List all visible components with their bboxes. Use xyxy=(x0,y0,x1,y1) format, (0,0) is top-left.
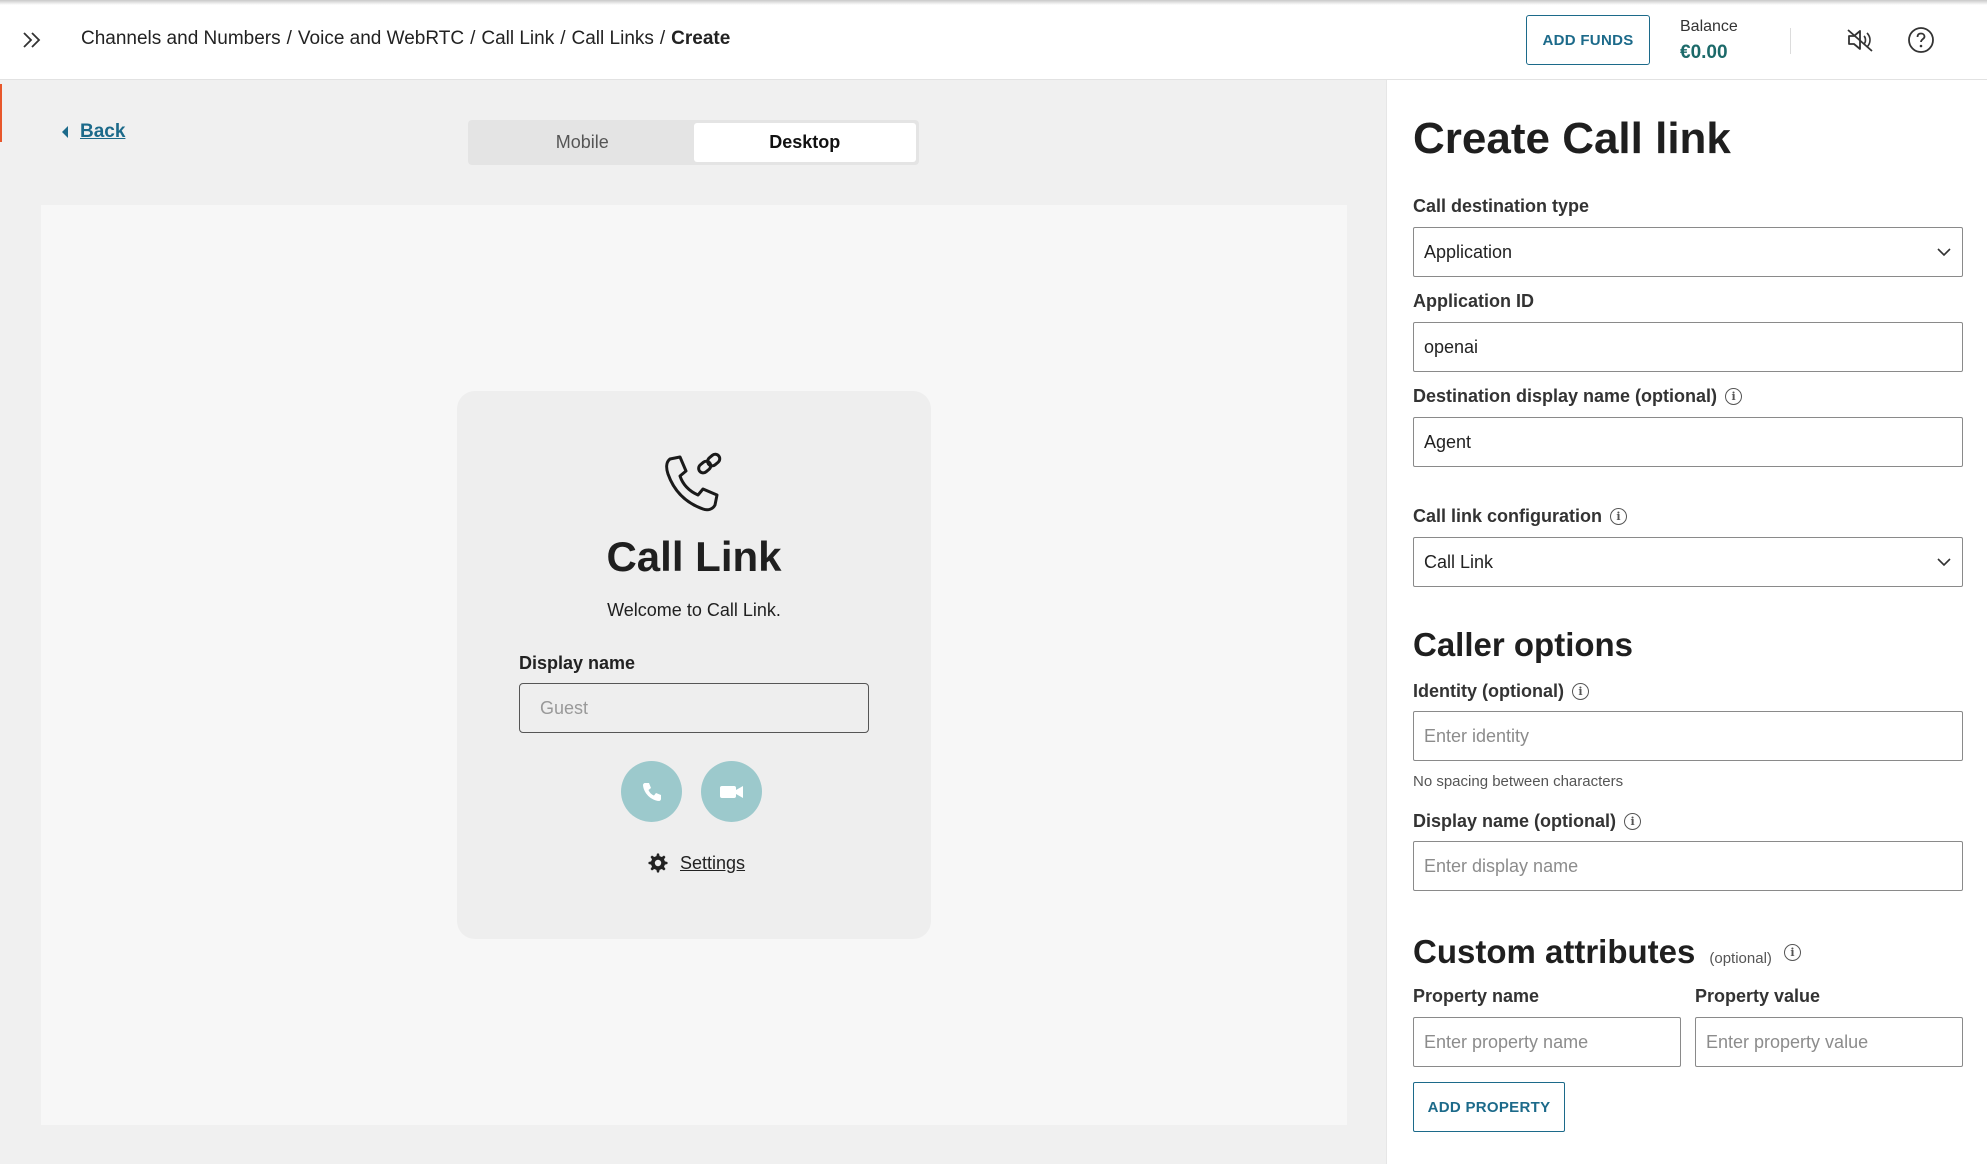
device-toggle: Mobile Desktop xyxy=(468,120,919,165)
property-value-label-text: Property value xyxy=(1695,986,1821,1006)
add-property-button[interactable]: ADD PROPERTY xyxy=(1413,1082,1565,1132)
create-call-link-panel: Create Call link Call destination type A… xyxy=(1386,80,1987,1164)
breadcrumb-separator: / xyxy=(560,28,566,49)
breadcrumb-separator: / xyxy=(470,28,476,49)
breadcrumb-separator: / xyxy=(659,28,666,49)
video-call-button[interactable] xyxy=(701,761,762,822)
phone-icon xyxy=(642,782,661,801)
panel-title: Create Call link xyxy=(1413,114,1731,163)
property-name-input[interactable] xyxy=(1413,1017,1681,1067)
config-label: Call link configuration i xyxy=(1413,506,1628,527)
identity-input[interactable] xyxy=(1413,711,1963,761)
back-label: Back xyxy=(80,121,126,142)
info-icon[interactable]: i xyxy=(1624,813,1642,830)
display-name-input[interactable] xyxy=(519,683,869,733)
add-funds-button[interactable]: ADD FUNDS xyxy=(1526,15,1650,65)
breadcrumb-current: Create xyxy=(671,28,731,49)
tab-mobile[interactable]: Mobile xyxy=(471,123,694,162)
caller-display-name-label-text: Display name (optional) xyxy=(1413,811,1617,831)
help-icon xyxy=(1908,27,1934,53)
custom-attributes-title: Custom attributes xyxy=(1413,933,1696,970)
preview-canvas: Call Link Welcome to Call Link. Display … xyxy=(41,205,1347,1125)
header-divider xyxy=(1790,28,1791,54)
destination-type-value: Application xyxy=(1424,241,1513,262)
info-icon[interactable]: i xyxy=(1783,943,1801,961)
caret-left-icon xyxy=(62,126,68,138)
application-id-label: Application ID xyxy=(1413,291,1534,312)
destination-display-name-label-text: Destination display name (optional) xyxy=(1413,386,1718,406)
breadcrumb: Channels and Numbers / Voice and WebRTC … xyxy=(81,28,730,50)
property-value-input[interactable] xyxy=(1695,1017,1963,1067)
identity-label-text: Identity (optional) xyxy=(1413,681,1564,701)
balance-value: €0.00 xyxy=(1680,42,1728,63)
config-value: Call Link xyxy=(1424,551,1494,572)
application-id-input[interactable] xyxy=(1413,322,1963,372)
expand-icon xyxy=(23,32,41,48)
call-link-preview-card: Call Link Welcome to Call Link. Display … xyxy=(457,391,931,939)
breadcrumb-item[interactable]: Call Link xyxy=(481,28,554,50)
custom-attributes-header: Custom attributes (optional) i xyxy=(1413,933,1801,971)
balance-label: Balance xyxy=(1680,18,1738,35)
help-button[interactable] xyxy=(1903,22,1939,58)
top-shadow xyxy=(0,0,1987,5)
settings-link[interactable]: Settings xyxy=(647,852,745,874)
config-select[interactable]: Call Link xyxy=(1413,537,1963,587)
info-icon[interactable]: i xyxy=(1725,388,1743,405)
destination-type-label-text: Call destination type xyxy=(1413,196,1590,216)
info-icon[interactable]: i xyxy=(1610,508,1628,525)
chevron-down-icon xyxy=(1937,558,1951,567)
settings-label: Settings xyxy=(680,852,746,873)
display-name-label: Display name xyxy=(519,653,636,673)
tab-desktop[interactable]: Desktop xyxy=(693,123,916,162)
destination-display-name-input[interactable] xyxy=(1413,417,1963,467)
breadcrumb-item[interactable]: Call Links xyxy=(572,28,654,50)
destination-display-name-label: Destination display name (optional) i xyxy=(1413,386,1743,407)
identity-label: Identity (optional) i xyxy=(1413,681,1589,702)
chevron-down-icon xyxy=(1937,248,1951,257)
caller-display-name-label: Display name (optional) i xyxy=(1413,811,1642,832)
gear-icon xyxy=(648,853,668,873)
breadcrumb-item[interactable]: Channels and Numbers xyxy=(81,28,281,50)
video-camera-icon xyxy=(719,785,743,798)
application-id-label-text: Application ID xyxy=(1413,291,1534,311)
optional-tag: (optional) xyxy=(1709,950,1772,967)
card-welcome-text: Welcome to Call Link. xyxy=(607,600,781,620)
sound-off-icon xyxy=(1847,29,1873,52)
balance-display: Balance €0.00 xyxy=(1680,18,1738,64)
destination-type-select[interactable]: Application xyxy=(1413,227,1963,277)
expand-sidebar-button[interactable] xyxy=(18,26,46,54)
property-value-label: Property value xyxy=(1695,986,1820,1007)
breadcrumb-item[interactable]: Voice and WebRTC xyxy=(298,28,464,50)
back-link[interactable]: Back xyxy=(60,121,125,143)
config-label-text: Call link configuration xyxy=(1413,506,1603,526)
identity-hint: No spacing between characters xyxy=(1413,773,1624,790)
caller-options-title: Caller options xyxy=(1413,626,1634,663)
breadcrumb-separator: / xyxy=(286,28,292,49)
property-name-label: Property name xyxy=(1413,986,1539,1007)
active-accent-bar xyxy=(0,84,2,142)
sound-toggle-button[interactable] xyxy=(1842,22,1878,58)
destination-type-label: Call destination type xyxy=(1413,196,1589,217)
audio-call-button[interactable] xyxy=(621,761,682,822)
info-icon[interactable]: i xyxy=(1571,683,1589,700)
property-name-label-text: Property name xyxy=(1413,986,1540,1006)
top-header: Channels and Numbers / Voice and WebRTC … xyxy=(0,0,1987,80)
card-title: Call Link xyxy=(606,533,782,580)
caller-display-name-input[interactable] xyxy=(1413,841,1963,891)
phone-link-icon xyxy=(665,452,722,512)
